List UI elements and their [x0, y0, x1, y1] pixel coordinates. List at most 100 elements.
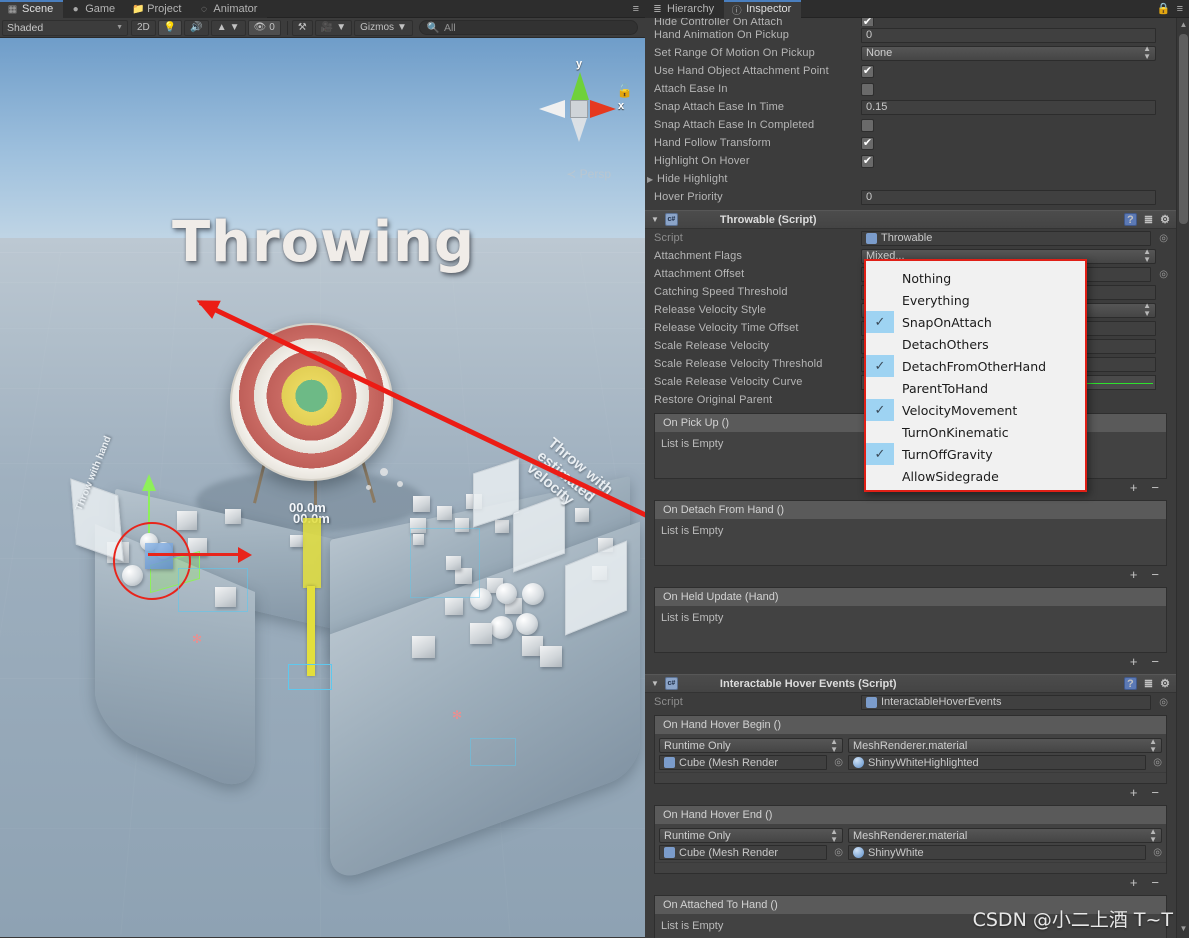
property-field[interactable]: ✔	[861, 118, 1156, 132]
property-field[interactable]: InteractableHoverEvents ◎	[861, 694, 1168, 710]
effects-toggle[interactable]: ▲ ▼	[210, 19, 246, 36]
property-row-snap-attach-ease-in-completed[interactable]: Snap Attach Ease In Completed ✔	[645, 116, 1176, 134]
call-state-field[interactable]: Runtime Only ▲ ▼	[659, 737, 843, 753]
property-row-attach-ease-in[interactable]: Attach Ease In ✔	[645, 80, 1176, 98]
property-row-clipped[interactable]: Hide Controller On Attach ✔	[645, 18, 1176, 26]
checkbox-checked[interactable]: ✔	[861, 154, 874, 168]
preset-icon[interactable]: ≣	[1144, 677, 1153, 690]
method-field[interactable]: MeshRenderer.material ▲ ▼	[848, 827, 1162, 843]
dropdown-item-turnoffgravity[interactable]: ✓ TurnOffGravity	[866, 443, 1085, 465]
tab-animator[interactable]: ◌ Animator	[191, 0, 268, 18]
property-row-hand-follow-transform[interactable]: Hand Follow Transform ✔	[645, 134, 1176, 152]
target-object-field[interactable]: Cube (Mesh Render ◎	[659, 845, 843, 860]
object-field[interactable]: ShinyWhite	[848, 845, 1147, 860]
text-input[interactable]: 0	[861, 189, 1156, 205]
tab-game[interactable]: ● Game	[63, 0, 126, 18]
checkbox[interactable]: ✔	[861, 18, 874, 26]
object-picker-icon[interactable]: ◎	[1159, 697, 1168, 708]
archery-target[interactable]	[230, 323, 393, 481]
remove-event-button[interactable]: −	[1151, 567, 1159, 582]
dropdown-item-allowsidegrade[interactable]: AllowSidegrade	[866, 465, 1085, 487]
remove-event-button[interactable]: −	[1151, 785, 1159, 800]
event-list-on-detach-from-hand[interactable]: On Detach From Hand () List is Empty	[654, 500, 1167, 566]
call-state-dropdown[interactable]: Runtime Only ▲ ▼	[659, 827, 843, 843]
property-field[interactable]: ✔	[861, 136, 1156, 150]
audio-toggle[interactable]: 🔊	[184, 19, 209, 36]
checkbox-unchecked[interactable]: ✔	[861, 118, 874, 132]
object-picker-icon[interactable]: ◎	[834, 847, 843, 858]
popup-dropdown[interactable]: None ▲ ▼	[861, 45, 1156, 61]
method-dropdown[interactable]: MeshRenderer.material ▲ ▼	[848, 827, 1162, 843]
scene-viewport[interactable]: Throwing Throw with hand Throw with velo…	[0, 38, 645, 937]
text-input[interactable]: 0	[861, 27, 1156, 43]
gizmo-axis-y-cone[interactable]	[571, 72, 589, 100]
argument-field[interactable]: ShinyWhiteHighlighted ◎	[848, 755, 1162, 770]
property-row-snap-attach-ease-in-time[interactable]: Snap Attach Ease In Time 0.15	[645, 98, 1176, 116]
add-event-button[interactable]: +	[1130, 567, 1138, 582]
dropdown-item-parenttohand[interactable]: ParentToHand	[866, 377, 1085, 399]
property-row-use-hand-object-attachment-point[interactable]: Use Hand Object Attachment Point ✔	[645, 62, 1176, 80]
property-field[interactable]: Throwable ◎	[861, 230, 1168, 246]
object-picker-icon[interactable]: ◎	[1159, 233, 1168, 244]
tab-hierarchy[interactable]: ≣ Hierarchy	[645, 0, 725, 18]
object-picker-icon[interactable]: ◎	[1159, 269, 1168, 280]
property-field[interactable]: 0.15	[861, 99, 1156, 115]
property-field[interactable]: ✔	[861, 154, 1156, 168]
gear-icon[interactable]: ⚙	[1160, 213, 1170, 226]
property-row-set-range-of-motion-on-pickup[interactable]: Set Range Of Motion On Pickup None ▲ ▼	[645, 44, 1176, 62]
scrollbar-thumb[interactable]	[1179, 34, 1188, 224]
dropdown-item-detachfromotherhand[interactable]: ✓ DetachFromOtherHand	[866, 355, 1085, 377]
checkbox-checked[interactable]: ✔	[861, 64, 874, 78]
add-event-button[interactable]: +	[1130, 785, 1138, 800]
hidden-objects-toggle[interactable]: 👁 0	[247, 19, 281, 36]
call-state-field[interactable]: Runtime Only ▲ ▼	[659, 827, 843, 843]
lighting-toggle[interactable]: 💡	[157, 19, 183, 36]
lock-open-icon[interactable]: 🔓	[617, 83, 633, 99]
tab-project[interactable]: 📁 Project	[125, 0, 192, 18]
property-field[interactable]: ✔	[861, 18, 1156, 26]
gizmo-axis-x-cone[interactable]	[590, 100, 616, 118]
method-field[interactable]: MeshRenderer.material ▲ ▼	[848, 737, 1162, 753]
scene-orientation-gizmo[interactable]: y x	[533, 58, 625, 158]
help-icon[interactable]: ?	[1123, 213, 1137, 226]
property-row-script[interactable]: Script InteractableHoverEvents ◎	[645, 693, 1176, 711]
preset-icon[interactable]: ≣	[1144, 213, 1153, 226]
gizmo-axis-negy-cone[interactable]	[571, 118, 587, 142]
dropdown-item-turnonkinematic[interactable]: TurnOnKinematic	[866, 421, 1085, 443]
help-icon[interactable]: ?	[1123, 677, 1137, 690]
scene-search-input[interactable]: 🔍 All	[418, 20, 638, 35]
object-field[interactable]: InteractableHoverEvents	[861, 694, 1152, 710]
component-header-throwable[interactable]: ▼ c# Throwable (Script) ? ≣ ⚙	[645, 210, 1176, 229]
dropdown-item-snaponattach[interactable]: ✓ SnapOnAttach	[866, 311, 1085, 333]
attachment-flags-dropdown-menu[interactable]: Nothing Everything ✓ SnapOnAttach Detach…	[864, 259, 1087, 492]
object-field[interactable]: Cube (Mesh Render	[659, 845, 828, 860]
object-picker-icon[interactable]: ◎	[1153, 847, 1162, 858]
property-row-hover-priority[interactable]: Hover Priority 0	[645, 188, 1176, 206]
dropdown-item-velocitymovement[interactable]: ✓ VelocityMovement	[866, 399, 1085, 421]
property-field[interactable]: 0	[861, 189, 1156, 205]
gear-icon[interactable]: ⚙	[1160, 677, 1170, 690]
property-row-script[interactable]: Script Throwable ◎	[645, 229, 1176, 247]
gizmo-axis-negx-cone[interactable]	[539, 100, 565, 118]
hamburger-menu-icon[interactable]: ≡	[1177, 3, 1183, 15]
property-row-highlight-on-hover[interactable]: Highlight On Hover ✔	[645, 152, 1176, 170]
scene-camera-button[interactable]: 🎥 ▼	[314, 19, 353, 36]
target-object-field[interactable]: Cube (Mesh Render ◎	[659, 755, 843, 770]
tab-scene[interactable]: ▦ Scene	[0, 0, 64, 18]
lock-icon[interactable]: 🔒	[1157, 2, 1171, 15]
event-entry[interactable]: Runtime Only ▲ ▼ MeshRenderer.material ▲ ▼	[655, 734, 1166, 773]
toggle-2d-button[interactable]: 2D	[131, 19, 156, 36]
dropdown-item-everything[interactable]: Everything	[866, 289, 1085, 311]
draw-mode-dropdown[interactable]: Shaded ▼	[2, 19, 128, 36]
checkbox-unchecked[interactable]: ✔	[861, 82, 874, 96]
object-field[interactable]: Throwable	[861, 230, 1152, 246]
remove-event-button[interactable]: −	[1151, 875, 1159, 890]
event-list-on-held-update[interactable]: On Held Update (Hand) List is Empty	[654, 587, 1167, 653]
object-field[interactable]: ShinyWhiteHighlighted	[848, 755, 1147, 770]
event-list-on-hand-hover-end[interactable]: On Hand Hover End () Runtime Only ▲ ▼ Me…	[654, 805, 1167, 874]
property-field[interactable]: ✔	[861, 82, 1156, 96]
chevron-down-icon[interactable]: ▼	[651, 215, 659, 224]
method-dropdown[interactable]: MeshRenderer.material ▲ ▼	[848, 737, 1162, 753]
add-event-button[interactable]: +	[1130, 654, 1138, 669]
scroll-down-button[interactable]: ▼	[1178, 924, 1189, 936]
